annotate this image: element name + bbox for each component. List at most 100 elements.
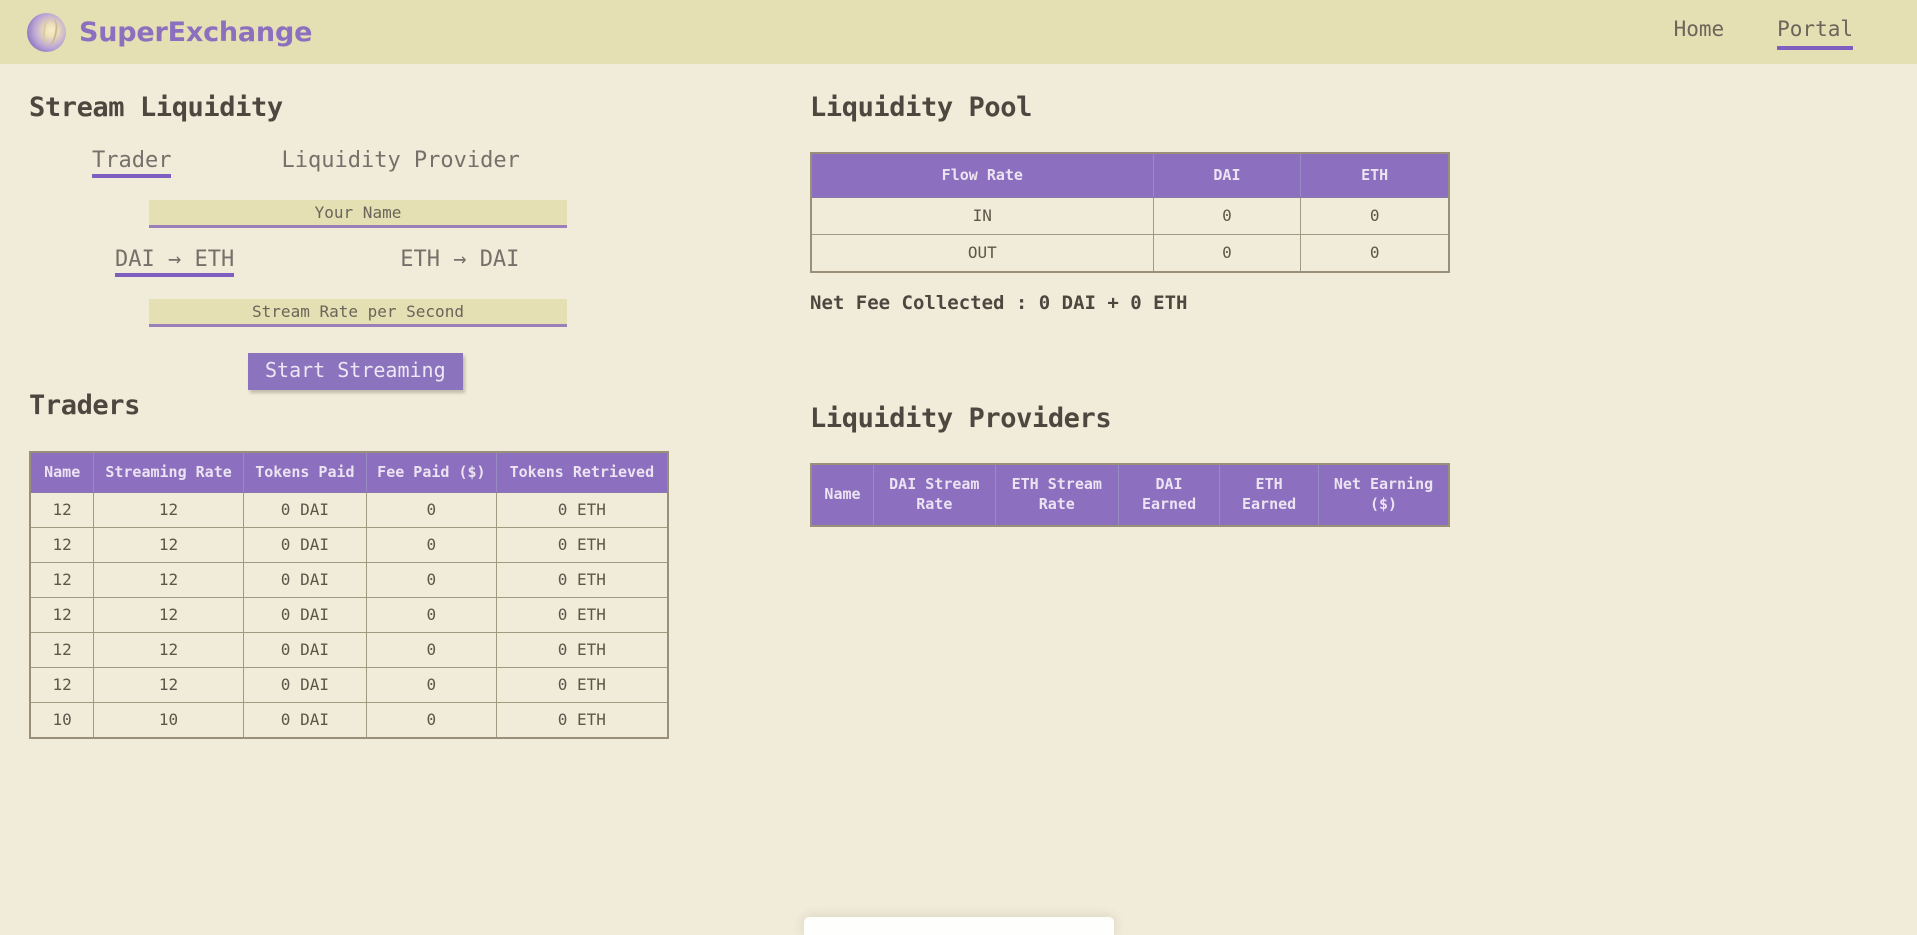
pool-col-flow-rate: Flow Rate xyxy=(811,153,1154,198)
liquidity-providers-table-wrap: Name DAI Stream Rate ETH Stream Rate DAI… xyxy=(810,463,1917,527)
table-cell: 12 xyxy=(93,492,244,529)
main-nav: Home Portal xyxy=(1674,19,1889,50)
table-cell: 0 DAI xyxy=(243,527,368,564)
nav-link-portal[interactable]: Portal xyxy=(1777,19,1853,50)
traders-header-row: Name Streaming Rate Tokens Paid Fee Paid… xyxy=(30,452,668,494)
table-cell: 12 xyxy=(30,562,95,599)
coin-swirl-icon xyxy=(27,12,66,52)
table-cell: 12 xyxy=(30,632,95,669)
table-cell: 12 xyxy=(93,632,244,669)
table-cell: 0 xyxy=(366,597,497,634)
traders-title: Traders xyxy=(29,390,140,422)
table-cell: IN xyxy=(811,197,1154,235)
pool-table-head: Flow Rate DAI ETH xyxy=(811,153,1449,198)
table-row: OUT 0 0 xyxy=(811,234,1449,272)
right-column: Liquidity Pool Flow Rate DAI ETH IN 0 0 OUT… xyxy=(810,64,1917,527)
lp-col-dai-stream-rate: DAI Stream Rate xyxy=(873,464,996,526)
start-streaming-button[interactable]: Start Streaming xyxy=(248,353,463,391)
table-cell: 0 DAI xyxy=(243,492,368,529)
lp-table-head: Name DAI Stream Rate ETH Stream Rate DAI… xyxy=(811,464,1449,526)
table-cell: 12 xyxy=(30,527,95,564)
table-cell: 0 xyxy=(366,527,497,564)
table-cell: 12 xyxy=(93,597,244,634)
table-row: 12 12 0 DAI 0 0 ETH xyxy=(30,562,668,599)
table-cell: 0 DAI xyxy=(243,667,368,704)
table-row: 12 12 0 DAI 0 0 ETH xyxy=(30,492,668,529)
liquidity-pool-table-wrap: Flow Rate DAI ETH IN 0 0 OUT 0 0 xyxy=(810,152,1917,273)
traders-col-name: Name xyxy=(30,452,95,494)
traders-table-body: 12 12 0 DAI 0 0 ETH 12 12 0 DAI 0 0 ETH 12 12 0 DAI 0… xyxy=(30,492,668,739)
left-column: Stream Liquidity Trader Liquidity Provid… xyxy=(0,64,810,740)
table-row: IN 0 0 xyxy=(811,197,1449,235)
table-row: 12 12 0 DAI 0 0 ETH xyxy=(30,527,668,564)
table-cell: 0 DAI xyxy=(243,702,368,739)
lp-col-eth-earned: ETH Earned xyxy=(1219,464,1320,526)
brand-name: SuperExchange xyxy=(79,16,313,48)
app-header: SuperExchange Home Portal xyxy=(0,0,1917,64)
brand[interactable]: SuperExchange xyxy=(27,12,313,52)
lp-col-eth-stream-rate: ETH Stream Rate xyxy=(995,464,1119,526)
table-cell: 0 ETH xyxy=(496,562,668,599)
table-cell: 0 ETH xyxy=(557,710,606,730)
table-cell: 12 xyxy=(30,597,95,634)
table-row: 12 12 0 DAI 0 0 ETH xyxy=(30,667,668,704)
table-row: 12 12 0 DAI 0 0 ETH xyxy=(30,597,668,634)
table-cell: 0 xyxy=(1369,243,1380,262)
table-cell: OUT xyxy=(811,234,1154,272)
pool-col-dai: DAI xyxy=(1153,153,1302,198)
table-cell: 0 xyxy=(366,492,497,529)
lp-col-net-earning: Net Earning ($) xyxy=(1318,464,1449,526)
tab-eth-to-dai[interactable]: ETH → DAI xyxy=(400,248,519,277)
traders-col-tokens-retrieved: Tokens Retrieved xyxy=(496,452,668,494)
tab-dai-to-eth[interactable]: DAI → ETH xyxy=(115,248,235,278)
lp-header-row: Name DAI Stream Rate ETH Stream Rate DAI… xyxy=(811,464,1449,526)
lp-col-dai-earned: DAI Earned xyxy=(1118,464,1221,526)
traders-table-head: Name Streaming Rate Tokens Paid Fee Paid… xyxy=(30,452,668,494)
table-cell: 0 xyxy=(366,667,497,704)
table-cell: 10 xyxy=(93,702,244,739)
direction-tabs: DAI → ETH ETH → DAI xyxy=(29,248,810,278)
net-fee-collected: Net Fee Collected : 0 DAI + 0 ETH xyxy=(810,292,1188,314)
table-cell: 12 xyxy=(93,562,244,599)
traders-col-tokens-paid: Tokens Paid xyxy=(243,452,368,494)
table-cell: 12 xyxy=(30,667,95,704)
table-cell: 0 ETH xyxy=(496,527,668,564)
table-cell: 10 xyxy=(30,702,95,739)
table-cell: 0 xyxy=(366,562,497,599)
table-cell: 0 DAI xyxy=(243,562,368,599)
table-cell: 0 xyxy=(366,632,497,669)
nav-link-home[interactable]: Home xyxy=(1674,19,1725,45)
stream-liquidity-title: Stream Liquidity xyxy=(29,92,283,123)
stream-rate-input[interactable] xyxy=(149,299,567,328)
table-cell: 0 ETH xyxy=(496,492,668,529)
table-cell: 12 xyxy=(93,527,244,564)
table-cell: 0 xyxy=(1300,197,1449,235)
pool-table-body: IN 0 0 OUT 0 0 xyxy=(811,197,1449,272)
table-cell: 0 ETH xyxy=(496,597,668,634)
liquidity-pool-table: Flow Rate DAI ETH IN 0 0 OUT 0 0 xyxy=(810,152,1450,273)
table-cell: 12 xyxy=(93,667,244,704)
bottom-toast xyxy=(803,917,1114,935)
role-tabs: Trader Liquidity Provider xyxy=(29,149,810,179)
traders-table-wrap: Name Streaming Rate Tokens Paid Fee Paid… xyxy=(29,451,810,740)
liquidity-providers-title: Liquidity Providers xyxy=(810,403,1112,434)
pool-header-row: Flow Rate DAI ETH xyxy=(811,153,1449,198)
pool-col-eth: ETH xyxy=(1300,153,1449,198)
table-cell: 0 xyxy=(1153,197,1302,235)
table-cell: 0 xyxy=(1153,234,1302,272)
table-cell: 0 xyxy=(366,702,497,739)
traders-col-fee-paid: Fee Paid ($) xyxy=(366,452,497,494)
table-cell: 0 ETH xyxy=(496,632,668,669)
table-cell: 0 ETH xyxy=(496,667,668,704)
table-row: 12 12 0 DAI 0 0 ETH xyxy=(30,632,668,669)
tab-liquidity-provider[interactable]: Liquidity Provider xyxy=(281,149,519,178)
table-cell: 0 DAI xyxy=(243,632,368,669)
table-cell: 12 xyxy=(30,492,95,529)
lp-col-name: Name xyxy=(811,464,874,526)
liquidity-providers-table: Name DAI Stream Rate ETH Stream Rate DAI… xyxy=(810,463,1450,527)
liquidity-pool-title: Liquidity Pool xyxy=(810,92,1032,123)
main-content: Stream Liquidity Trader Liquidity Provid… xyxy=(0,64,1917,740)
traders-table: Name Streaming Rate Tokens Paid Fee Paid… xyxy=(29,451,669,740)
tab-trader[interactable]: Trader xyxy=(92,149,172,179)
name-input[interactable] xyxy=(149,200,567,229)
